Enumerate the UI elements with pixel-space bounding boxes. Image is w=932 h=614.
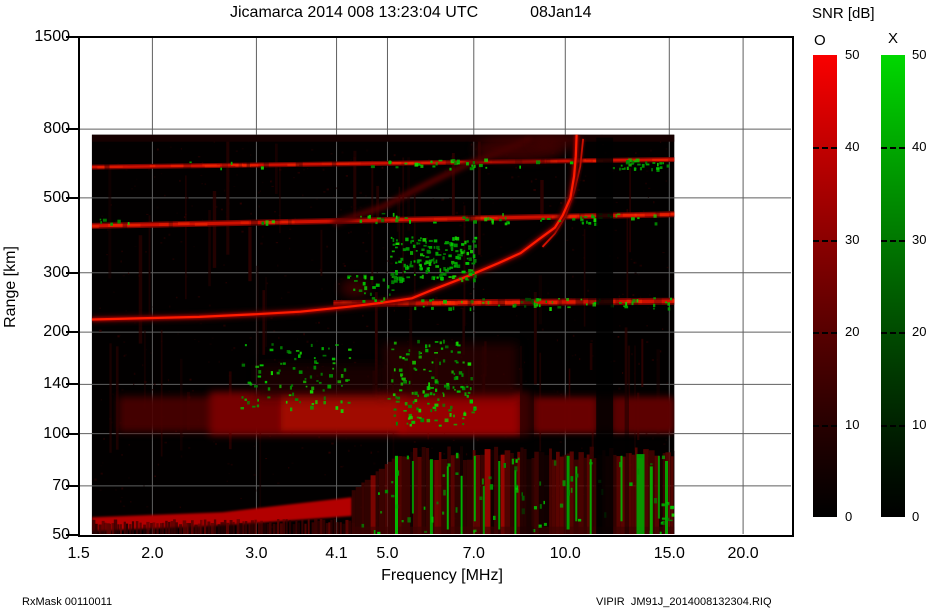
y-tick-label: 800 [43, 120, 70, 138]
colorbar-tick-dash [813, 332, 837, 335]
y-tick-mark [66, 196, 78, 199]
colorbar-tick-dash [813, 239, 837, 242]
colorbar-tick-label: 50 [845, 47, 860, 62]
x-axis-title: Frequency [MHz] [381, 567, 503, 584]
colorbar-tick-label: 20 [845, 324, 860, 340]
colorbar-tick-dash [813, 147, 837, 150]
colorbar-tick-dash [813, 424, 837, 427]
y-tick-label: 100 [43, 424, 70, 442]
y-tick-label: 50 [52, 526, 70, 544]
title-date: 08Jan14 [530, 4, 592, 21]
y-tick-mark [66, 331, 78, 334]
title-main: Jicamarca 2014 008 13:23:04 UTC [230, 4, 479, 21]
x-tick-label: 7.0 [462, 545, 485, 562]
rxmask-text: RxMask 00110011 [22, 596, 113, 608]
colorbar-tick-label: 30 [845, 231, 860, 247]
colorbar-tick-dash [881, 147, 905, 150]
colorbar-tick-label: 40 [845, 139, 860, 155]
y-tick-label: 500 [43, 188, 70, 206]
filename-text: VIPIR JM91J_2014008132304.RIQ [596, 596, 772, 608]
x-tick-label: 2.0 [141, 545, 164, 562]
x-tick-label: 1.5 [67, 545, 90, 562]
y-tick-mark [66, 36, 78, 38]
plot-area [80, 38, 791, 535]
x-tick-label: 4.1 [325, 545, 348, 562]
colorbar-tick-label: 20 [912, 324, 927, 340]
y-tick-mark [66, 383, 78, 386]
colorbar-tick-label: 50 [912, 47, 927, 62]
y-tick-mark [66, 271, 78, 274]
plot-title: Jicamarca 2014 008 13:23:04 UTC 08Jan14 [230, 4, 592, 22]
colorbar-tick-label: 30 [912, 231, 927, 247]
y-tick-label: 140 [43, 375, 70, 393]
colorbar-x [881, 55, 905, 517]
colorbar-tick-label: 10 [912, 416, 927, 432]
colorbar-o [813, 55, 837, 517]
colorbar-tick-label: 0 [845, 509, 853, 524]
y-tick-label: 1500 [34, 28, 70, 45]
x-tick-label: 15.0 [653, 545, 685, 562]
ionogram-screen: Jicamarca 2014 008 13:23:04 UTC 08Jan14 R… [0, 0, 932, 614]
y-tick-mark [66, 432, 78, 435]
x-tick-label: 3.0 [245, 545, 268, 562]
colorbar-o-label: O [814, 32, 826, 49]
colorbar-x-label: X [888, 30, 899, 47]
colorbar-tick-label: 0 [912, 509, 920, 524]
colorbar-tick-label: 10 [845, 416, 860, 432]
colorbar-tick-dash [881, 332, 905, 335]
x-tick-label: 20.0 [727, 545, 759, 562]
colorbar-title: SNR [dB] [812, 5, 875, 22]
y-tick-mark [66, 484, 78, 487]
x-tick-label: 10.0 [549, 545, 581, 562]
colorbar-tick-label: 40 [912, 139, 927, 155]
x-tick-label: 5.0 [376, 545, 399, 562]
y-tick-label: 200 [43, 323, 70, 341]
y-tick-label: 70 [52, 476, 70, 494]
colorbar-tick-dash [881, 239, 905, 242]
y-tick-label: 300 [43, 263, 70, 281]
y-tick-mark [66, 128, 78, 131]
y-tick-mark [66, 534, 78, 537]
colorbar-tick-dash [881, 424, 905, 427]
